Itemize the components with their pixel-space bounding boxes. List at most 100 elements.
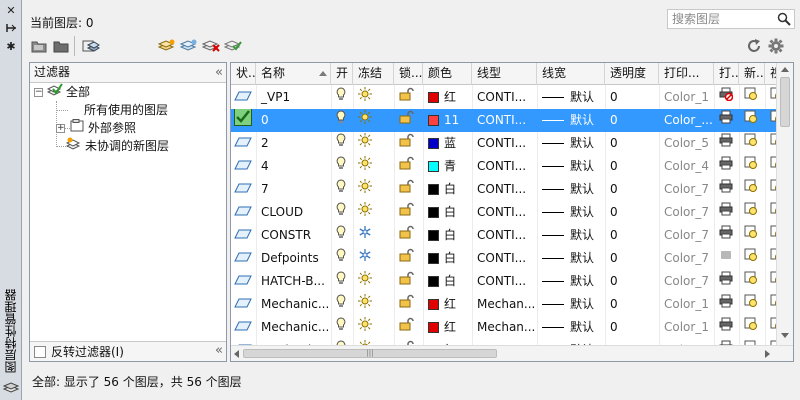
layer-linetype-cell[interactable]: CONTI... xyxy=(472,132,537,155)
layer-lock-toggle[interactable] xyxy=(394,86,423,109)
layer-lineweight-cell[interactable]: 默认 xyxy=(537,316,605,339)
horizontal-scrollbar[interactable]: ||| xyxy=(231,345,793,361)
layer-on-toggle[interactable] xyxy=(331,293,353,316)
header-col-lock[interactable]: 锁... xyxy=(394,63,423,85)
layer-transparency-cell[interactable]: 0 xyxy=(605,316,659,339)
layer-lineweight-cell[interactable]: 默认 xyxy=(537,201,605,224)
new-property-filter-icon[interactable] xyxy=(30,38,48,54)
new-group-filter-icon[interactable] xyxy=(52,38,70,54)
layer-color-cell[interactable]: 白 xyxy=(423,224,472,247)
layer-new-vp-freeze-toggle[interactable] xyxy=(739,132,765,155)
layer-row[interactable]: HATCH-B... 白 CONTI... 默认 0 Color_7 xyxy=(231,270,776,293)
layer-plot-toggle[interactable] xyxy=(714,201,739,224)
layer-color-cell[interactable]: 青 xyxy=(423,155,472,178)
layer-transparency-cell[interactable]: 0 xyxy=(605,293,659,316)
layer-new-vp-freeze-toggle[interactable] xyxy=(739,201,765,224)
header-col-name[interactable]: 名称 xyxy=(256,63,331,85)
layer-freeze-toggle[interactable] xyxy=(353,155,394,178)
collapse-icon[interactable]: − xyxy=(34,87,43,97)
layer-color-cell[interactable]: 白 xyxy=(423,270,472,293)
layer-freeze-toggle[interactable] xyxy=(353,270,394,293)
layer-vp-freeze-toggle[interactable] xyxy=(765,109,776,132)
collapse-filter-icon[interactable]: « xyxy=(215,63,223,82)
header-col-color[interactable]: 颜色 xyxy=(423,63,472,85)
layer-lock-toggle[interactable] xyxy=(394,109,423,132)
layer-row[interactable]: Mechanic... 红 Mechan... 默认 0 Color_1 xyxy=(231,316,776,339)
horizontal-scroll-thumb[interactable]: ||| xyxy=(243,349,497,358)
layer-transparency-cell[interactable]: 0 xyxy=(605,247,659,270)
layer-transparency-cell[interactable]: 0 xyxy=(605,109,659,132)
layer-lineweight-cell[interactable]: 默认 xyxy=(537,270,605,293)
layer-lock-toggle[interactable] xyxy=(394,201,423,224)
layer-status-cell[interactable] xyxy=(231,155,256,178)
layer-vp-freeze-toggle[interactable] xyxy=(765,270,776,293)
layer-row[interactable]: CLOUD 白 CONTI... 默认 0 Color_7 xyxy=(231,201,776,224)
layer-on-toggle[interactable] xyxy=(331,132,353,155)
layer-row[interactable]: 2 蓝 CONTI... 默认 0 Color_5 xyxy=(231,132,776,155)
layer-new-vp-freeze-toggle[interactable] xyxy=(739,109,765,132)
layer-vp-freeze-toggle[interactable] xyxy=(765,132,776,155)
layer-lock-toggle[interactable] xyxy=(394,293,423,316)
properties-icon[interactable]: ✱ xyxy=(3,40,19,54)
layer-vp-freeze-toggle[interactable] xyxy=(765,178,776,201)
layer-color-cell[interactable]: 11 xyxy=(423,109,472,132)
layer-lineweight-cell[interactable]: 默认 xyxy=(537,155,605,178)
layer-color-cell[interactable]: 白 xyxy=(423,178,472,201)
layer-new-vp-freeze-toggle[interactable] xyxy=(739,224,765,247)
layer-vp-freeze-toggle[interactable] xyxy=(765,155,776,178)
layer-name-cell[interactable]: Mechanic... xyxy=(256,293,331,316)
search-input[interactable] xyxy=(668,10,772,28)
layer-row[interactable]: Defpoints 白 CONTI... 默认 0 Color_7 xyxy=(231,247,776,270)
layer-row[interactable]: 0 11 CONTI... 默认 0 Color_... xyxy=(231,109,776,132)
layer-name-cell[interactable]: HATCH-B... xyxy=(256,270,331,293)
expand-icon[interactable]: + xyxy=(56,123,65,133)
header-col-freeze[interactable]: 冻结 xyxy=(353,63,394,85)
layer-lineweight-cell[interactable]: 默认 xyxy=(537,109,605,132)
layer-name-cell[interactable]: 2 xyxy=(256,132,331,155)
layer-linetype-cell[interactable]: CONTI... xyxy=(472,109,537,132)
layer-plot-toggle[interactable] xyxy=(714,132,739,155)
layer-freeze-toggle[interactable] xyxy=(353,178,394,201)
layer-transparency-cell[interactable]: 0 xyxy=(605,178,659,201)
layer-on-toggle[interactable] xyxy=(331,270,353,293)
header-col-transparency[interactable]: 透明度 xyxy=(605,63,659,85)
layer-on-toggle[interactable] xyxy=(331,224,353,247)
layer-freeze-toggle[interactable] xyxy=(353,293,394,316)
vertical-scrollbar[interactable] xyxy=(776,63,793,346)
layer-lineweight-cell[interactable]: 默认 xyxy=(537,224,605,247)
layer-lock-toggle[interactable] xyxy=(394,224,423,247)
layer-vp-freeze-toggle[interactable] xyxy=(765,247,776,270)
layer-row[interactable]: _VP1 红 CONTI... 默认 0 Color_1 xyxy=(231,86,776,109)
layer-vp-freeze-toggle[interactable] xyxy=(765,86,776,109)
header-col-plot[interactable]: 打... xyxy=(714,63,739,85)
settings-icon[interactable] xyxy=(767,38,785,54)
layer-plot-toggle[interactable] xyxy=(714,224,739,247)
layer-color-cell[interactable]: 白 xyxy=(423,247,472,270)
header-col-on[interactable]: 开 xyxy=(331,63,353,85)
tree-item-unreconciled[interactable]: 未协调的新图层 xyxy=(65,137,169,155)
layer-status-cell[interactable] xyxy=(231,316,256,339)
layer-name-cell[interactable]: CLOUD xyxy=(256,201,331,224)
layer-linetype-cell[interactable]: Mechan... xyxy=(472,293,537,316)
layer-linetype-cell[interactable]: CONTI... xyxy=(472,178,537,201)
layer-row[interactable]: 4 青 CONTI... 默认 0 Color_4 xyxy=(231,155,776,178)
layer-on-toggle[interactable] xyxy=(331,155,353,178)
layer-name-cell[interactable]: CONSTR xyxy=(256,224,331,247)
layer-freeze-toggle[interactable] xyxy=(353,247,394,270)
set-current-icon[interactable] xyxy=(224,38,242,54)
layer-lock-toggle[interactable] xyxy=(394,270,423,293)
search-box[interactable] xyxy=(667,9,795,29)
layer-on-toggle[interactable] xyxy=(331,178,353,201)
header-col-lineweight[interactable]: 线宽 xyxy=(537,63,605,85)
layer-color-cell[interactable]: 红 xyxy=(423,293,472,316)
layer-name-cell[interactable]: 4 xyxy=(256,155,331,178)
tree-item-xref[interactable]: + 外部参照 xyxy=(56,118,136,137)
header-col-linetype[interactable]: 线型 xyxy=(472,63,537,85)
layer-color-cell[interactable]: 红 xyxy=(423,316,472,339)
layer-new-vp-freeze-toggle[interactable] xyxy=(739,316,765,339)
collapse-bottom-icon[interactable]: « xyxy=(215,343,223,358)
layer-plot-toggle[interactable] xyxy=(714,247,739,270)
layer-new-vp-freeze-toggle[interactable] xyxy=(739,178,765,201)
layer-lock-toggle[interactable] xyxy=(394,132,423,155)
layer-linetype-cell[interactable]: CONTI... xyxy=(472,224,537,247)
